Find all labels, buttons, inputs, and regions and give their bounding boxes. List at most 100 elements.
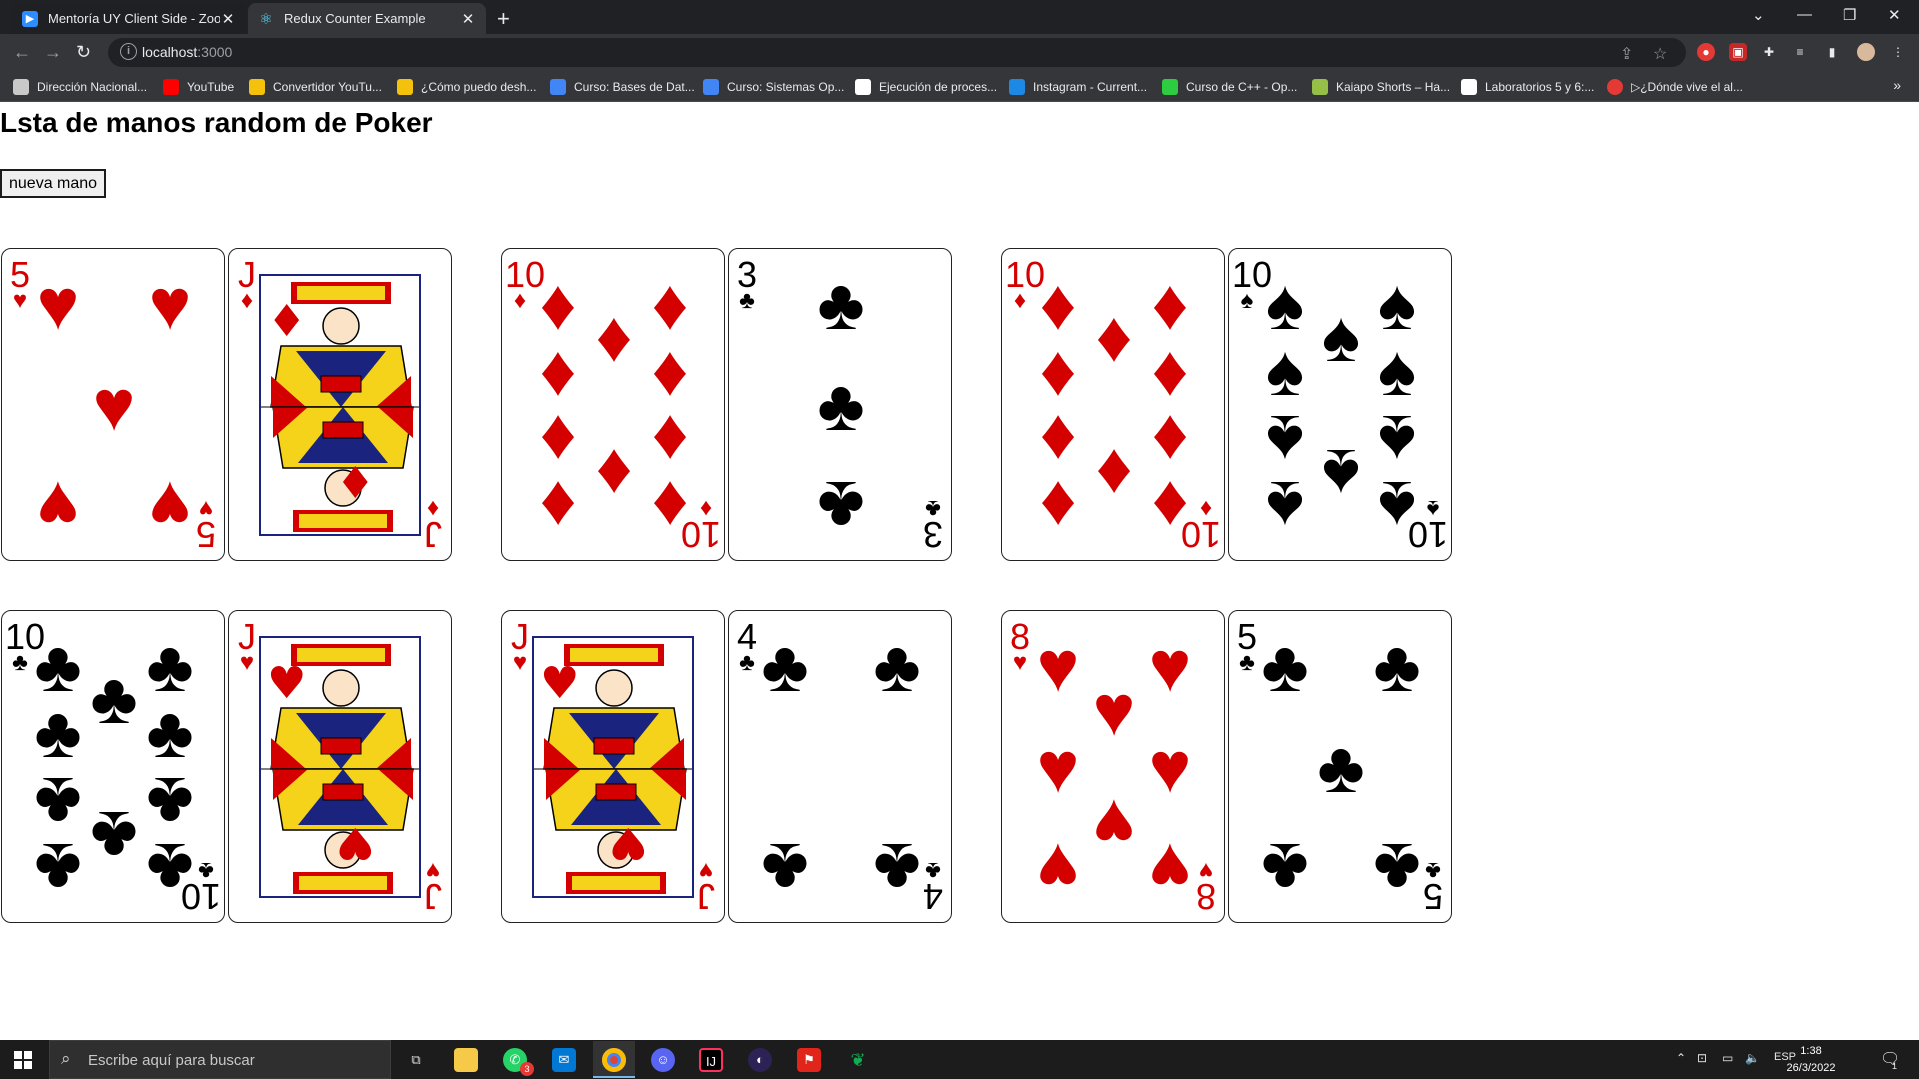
heart-pip-icon: ♥ <box>1036 827 1080 908</box>
browser-toolbar: ← → ↻ i localhost:3000 ⇪ ☆ ● ▣ ✚ ≡ ▮ ⋮ <box>0 34 1919 71</box>
bookmark-item[interactable]: Curso de C++ - Op... <box>1162 78 1297 96</box>
heart-icon: ♥ <box>425 857 441 884</box>
eclipse-icon[interactable]: ◐ <box>748 1048 772 1072</box>
mail-icon[interactable]: ✉ <box>552 1048 576 1072</box>
media-control-icon[interactable]: ≡ <box>1791 43 1809 61</box>
extension-recorder-icon[interactable]: ▣ <box>1729 43 1747 61</box>
diamond-pip-icon: ♦ <box>651 331 689 412</box>
heart-pip-icon: ♥ <box>1148 627 1192 708</box>
jack-face-artwork: ♥ ♥ <box>532 636 694 898</box>
bookmark-item[interactable]: Curso: Sistemas Op... <box>703 78 844 96</box>
volume-icon[interactable]: 🔈 <box>1745 1051 1760 1065</box>
bookmark-item[interactable]: YouTube <box>163 78 234 96</box>
acrobat-icon[interactable]: ⚑ <box>797 1048 821 1072</box>
svg-text:♦: ♦ <box>336 455 375 506</box>
windows-start-icon[interactable] <box>14 1051 32 1069</box>
tab-redux-counter[interactable]: ⚛ Redux Counter Example ✕ <box>248 3 486 34</box>
card-index: J ♥ <box>418 857 448 917</box>
bookmark-favicon-icon <box>855 79 871 95</box>
back-button[interactable]: ← <box>13 42 31 63</box>
card-index: 10 ♦ <box>681 495 721 555</box>
new-hand-button[interactable]: nueva mano <box>0 169 107 198</box>
club-pip-icon: ♣ <box>90 796 138 877</box>
file-explorer-icon[interactable] <box>454 1048 478 1072</box>
poker-hand: J ♥ ♥ ♥ J ♥ 4 ♣ ♣ ♣ ♣ ♣ 4 ♣ <box>501 610 952 923</box>
close-window-button[interactable]: ✕ <box>1888 6 1901 24</box>
webcam-icon[interactable]: ⊡ <box>1697 1051 1707 1065</box>
bookmark-favicon-icon <box>397 79 413 95</box>
share-icon[interactable]: ⇪ <box>1620 44 1633 64</box>
close-tab-icon[interactable]: ✕ <box>460 10 476 28</box>
network-icon[interactable]: ▭ <box>1722 1051 1733 1065</box>
svg-text:♥: ♥ <box>267 658 306 709</box>
mongodb-icon[interactable]: ❦ <box>846 1048 870 1072</box>
close-tab-icon[interactable]: ✕ <box>220 10 236 28</box>
club-pip-icon: ♣ <box>1373 627 1421 708</box>
heart-icon: ♥ <box>512 649 528 676</box>
card-index: 3 ♣ <box>918 495 948 555</box>
profile-avatar[interactable] <box>1857 43 1875 61</box>
system-clock[interactable]: 1:38 26/3/2022 <box>1776 1043 1846 1077</box>
menu-kebab-icon[interactable]: ⋮ <box>1889 43 1907 61</box>
tab-search-icon[interactable]: ⌄ <box>1752 6 1765 24</box>
spade-pip-icon: ♠ <box>1321 434 1361 515</box>
bookmark-item[interactable]: ▷¿Dónde vive el al... <box>1607 78 1743 96</box>
discord-icon[interactable]: ☺ <box>651 1048 675 1072</box>
restore-button[interactable]: ❐ <box>1843 6 1856 24</box>
tab-zoom[interactable]: ▶ Mentoría UY Client Side - Zoom ✕ <box>12 3 246 34</box>
new-tab-button[interactable]: + <box>497 6 510 32</box>
extensions-puzzle-icon[interactable]: ✚ <box>1760 43 1778 61</box>
bookmark-item[interactable]: Instagram - Current... <box>1009 78 1147 96</box>
bookmark-item[interactable]: Ejecución de proces... <box>855 78 997 96</box>
playing-card: 10 ♣ ♣ ♣ ♣ ♣ ♣ ♣ ♣ ♣ ♣ ♣ 10 ♣ <box>1 610 225 923</box>
club-pip-icon: ♣ <box>1261 627 1309 708</box>
bookmark-item[interactable]: Kaiapo Shorts – Ha... <box>1312 78 1450 96</box>
bookmark-star-icon[interactable]: ☆ <box>1653 44 1667 64</box>
extension-shield-icon[interactable]: ● <box>1697 43 1715 61</box>
taskbar-search-box[interactable]: ⌕ Escribe aquí para buscar <box>49 1040 391 1079</box>
club-pip-icon: ♣ <box>761 827 809 908</box>
svg-text:♥: ♥ <box>540 658 579 709</box>
reload-button[interactable]: ↻ <box>76 42 91 63</box>
site-info-icon[interactable]: i <box>120 43 137 60</box>
bookmark-item[interactable]: Curso: Bases de Dat... <box>550 78 695 96</box>
page-title: Lsta de manos random de Poker <box>0 107 433 138</box>
address-bar[interactable]: i localhost:3000 ⇪ ☆ <box>108 38 1686 67</box>
minimize-button[interactable]: — <box>1797 6 1812 23</box>
card-index: 10 ♦ <box>1181 495 1221 555</box>
bookmark-item[interactable]: Laboratorios 5 y 6:... <box>1461 78 1594 96</box>
bookmark-favicon-icon <box>1312 79 1328 95</box>
diamond-icon: ♦ <box>240 287 254 314</box>
playing-card: 5 ♥ ♥ ♥ ♥ ♥ ♥ 5 ♥ <box>1 248 225 561</box>
bookmark-item[interactable]: ¿Cómo puedo desh... <box>397 78 536 96</box>
bookmark-favicon-icon <box>249 79 265 95</box>
heart-icon: ♥ <box>698 857 714 884</box>
bookmark-favicon-icon <box>13 79 29 95</box>
svg-text:♦: ♦ <box>267 296 306 347</box>
intellij-icon[interactable]: IJ <box>699 1048 723 1072</box>
playing-card: 5 ♣ ♣ ♣ ♣ ♣ ♣ 5 ♣ <box>1228 610 1452 923</box>
forward-button[interactable]: → <box>44 42 62 63</box>
heart-pip-icon: ♥ <box>36 465 80 546</box>
task-view-icon[interactable]: ⧉ <box>404 1048 428 1072</box>
club-pip-icon: ♣ <box>817 365 865 446</box>
notifications-icon[interactable]: 🗨 <box>1880 1049 1900 1069</box>
show-hidden-icons-icon[interactable]: ⌃ <box>1676 1051 1686 1065</box>
diamond-pip-icon: ♦ <box>1095 434 1133 515</box>
card-index: 3 ♣ <box>732 257 762 313</box>
chrome-icon[interactable] <box>602 1048 626 1072</box>
browser-tab-bar: ▶ Mentoría UY Client Side - Zoom ✕ ⚛ Red… <box>0 0 1919 34</box>
poker-hand: 10 ♦ ♦ ♦ ♦ ♦ ♦ ♦ ♦ ♦ ♦ ♦ 10 ♦ 10 ♠ ♠ ♠ ♠ ♠ ♠ ♠ ♠ ♠ ♠ ♠ 10 ♠ <box>1001 248 1452 561</box>
heart-icon: ♥ <box>239 649 255 676</box>
playing-card: 10 ♦ ♦ ♦ ♦ ♦ ♦ ♦ ♦ ♦ ♦ ♦ 10 ♦ <box>501 248 725 561</box>
spade-pip-icon: ♠ <box>1265 331 1305 412</box>
clock-date: 26/3/2022 <box>1786 1062 1836 1074</box>
notifications-badge: 1 <box>1892 1061 1898 1071</box>
bookmarks-overflow-button[interactable]: » <box>1893 77 1901 93</box>
diamond-pip-icon: ♦ <box>595 296 633 377</box>
bookmark-item[interactable]: Convertidor YouTu... <box>249 78 382 96</box>
playing-card: J ♥ ♥ ♥ J ♥ <box>228 610 452 923</box>
card-index: J ♥ <box>505 619 535 675</box>
side-panel-icon[interactable]: ▮ <box>1823 43 1841 61</box>
bookmark-item[interactable]: Dirección Nacional... <box>13 78 147 96</box>
